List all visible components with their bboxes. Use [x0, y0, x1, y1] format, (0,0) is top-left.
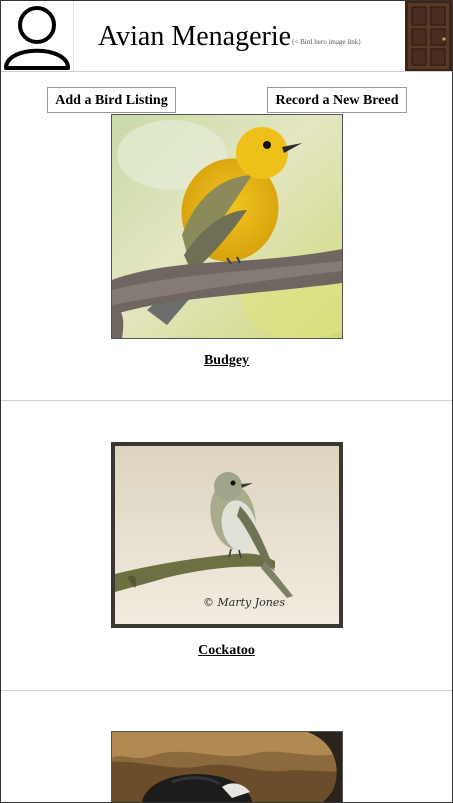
door-icon[interactable] — [405, 1, 452, 71]
add-bird-listing-button[interactable]: Add a Bird Listing — [47, 87, 176, 113]
card-divider — [1, 400, 452, 401]
card-divider — [1, 690, 452, 691]
photo-watermark: © Marty Jones — [203, 596, 285, 609]
bird-in-cave-photo[interactable] — [111, 731, 343, 802]
site-title-text: Avian Menagerie — [98, 21, 292, 52]
bird-name[interactable]: Cockatoo — [1, 643, 452, 659]
site-header: Avian Menagerie(< Bird hero image link) — [1, 1, 452, 72]
record-new-breed-button[interactable]: Record a New Breed — [267, 87, 407, 113]
flycatcher-photo[interactable]: © Marty Jones — [111, 442, 343, 628]
bird-name[interactable]: Budgey — [1, 353, 452, 369]
user-avatar-icon[interactable] — [1, 1, 74, 71]
yellow-warbler-photo[interactable] — [111, 114, 343, 339]
site-title: Avian Menagerie(< Bird hero image link) — [98, 20, 361, 59]
page-frame: Avian Menagerie(< Bird hero image link) … — [0, 0, 453, 803]
hero-image-link-note[interactable]: (< Bird hero image link) — [292, 38, 361, 46]
